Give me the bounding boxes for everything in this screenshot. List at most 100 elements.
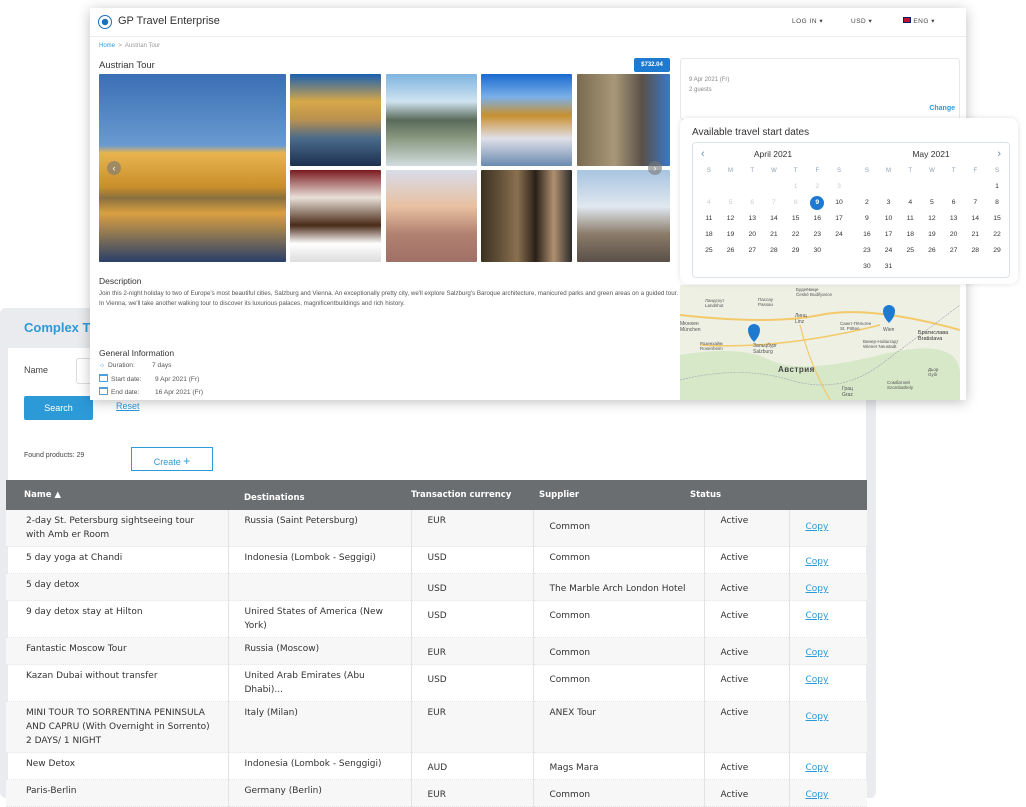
create-button[interactable]: Create + [131,447,213,471]
gallery-thumb[interactable] [290,74,381,166]
cell-currency: USD [411,546,534,574]
reset-link[interactable]: Reset [116,401,140,411]
sort-up-icon: ▲ [54,490,61,500]
calendar-day[interactable]: 30 [806,243,828,259]
calendar-day[interactable]: 19 [720,227,742,243]
column-destinations[interactable]: Destinations [228,480,411,510]
calendar-day[interactable]: 25 [899,243,921,259]
calendar-day[interactable]: 3 [878,195,900,211]
calendar-day[interactable]: 12 [720,211,742,227]
calendar-day[interactable]: 16 [856,227,878,243]
copy-link[interactable]: Copy [806,557,829,567]
calendar-day[interactable]: 4 [899,195,921,211]
calendar-day[interactable]: 29 [986,243,1008,259]
calendar-day[interactable]: 6 [943,195,965,211]
calendar-day[interactable]: 13 [741,211,763,227]
gallery-next-arrow[interactable]: › [648,161,662,175]
column-supplier[interactable]: Supplier [533,480,704,510]
breadcrumb-home[interactable]: Home [99,43,115,49]
calendar-day[interactable]: 9 [856,211,878,227]
calendar-day: 3 [828,179,850,195]
day-number: 13 [748,215,756,222]
copy-cell: Copy [789,779,867,807]
calendar-day[interactable]: 18 [698,227,720,243]
calendar-day[interactable]: 24 [878,243,900,259]
copy-link[interactable]: Copy [806,522,829,532]
gallery-thumb[interactable] [577,74,670,166]
column-status[interactable]: Status [690,480,789,510]
calendar-day[interactable]: 19 [921,227,943,243]
calendar-day[interactable]: 8 [986,195,1008,211]
cell-supplier: Mags Mara [533,752,705,780]
column-currency[interactable]: Transaction currency [411,480,533,510]
map-label-graz: Грац Graz [842,386,853,398]
copy-cell: Copy [789,752,867,780]
gallery-thumb[interactable] [290,170,381,262]
calendar-day[interactable]: 1 [986,179,1008,195]
end-date-row: End date: 16 Apr 2021 (Fr) [99,387,203,396]
calendar-day[interactable]: 2 [856,195,878,211]
calendar-day[interactable]: 14 [964,211,986,227]
calendar-day[interactable]: 29 [785,243,807,259]
calendar-day[interactable]: 28 [964,243,986,259]
calendar-day[interactable]: 27 [943,243,965,259]
calendar-day[interactable]: 21 [964,227,986,243]
gallery-main-image[interactable] [99,74,286,262]
calendar-day[interactable]: 11 [899,211,921,227]
products-table: Name ▲ Destinations Transaction currency… [6,480,867,807]
calendar-day[interactable]: 17 [828,211,850,227]
calendar-day[interactable]: 15 [785,211,807,227]
calendar-day[interactable]: 20 [741,227,763,243]
copy-link[interactable]: Copy [806,763,829,773]
calendar-day[interactable]: 30 [856,259,878,275]
calendar-day[interactable]: 16 [806,211,828,227]
copy-link[interactable]: Copy [806,712,829,722]
weekday-label: M [886,168,892,174]
search-button[interactable]: Search [24,396,93,420]
copy-link[interactable]: Copy [806,611,829,621]
gallery-thumb[interactable] [386,74,477,166]
calendar-day[interactable]: 18 [899,227,921,243]
calendar-day[interactable]: 25 [698,243,720,259]
calendar-day[interactable]: 24 [828,227,850,243]
copy-link[interactable]: Copy [806,648,829,658]
calendar-day[interactable]: 13 [943,211,965,227]
gallery-prev-arrow[interactable]: ‹ [107,161,121,175]
selected-day[interactable]: 9 [806,195,828,211]
empty-day [943,259,965,275]
calendar-day[interactable]: 15 [986,211,1008,227]
calendar-day[interactable]: 20 [943,227,965,243]
gallery-thumb[interactable] [481,74,572,166]
login-menu[interactable]: LOG IN ▾ [792,17,823,25]
calendar-day[interactable]: 10 [828,195,850,211]
calendar-day[interactable]: 14 [763,211,785,227]
gallery-thumb[interactable] [386,170,477,262]
calendar-day[interactable]: 23 [806,227,828,243]
language-menu[interactable]: ENG ▾ [903,17,935,25]
currency-menu[interactable]: USD ▾ [851,17,872,25]
gallery-thumb[interactable] [577,170,670,262]
gallery-thumb[interactable] [481,170,572,262]
cell-status: Active [704,701,790,753]
calendar-day[interactable]: 5 [921,195,943,211]
calendar-day[interactable]: 22 [785,227,807,243]
column-name[interactable]: Name ▲ [6,480,228,510]
map[interactable]: Австрия Зальцбург Salzburg Wien Братисла… [680,285,960,400]
copy-link[interactable]: Copy [806,584,829,594]
calendar-day[interactable]: 26 [720,243,742,259]
calendar-day[interactable]: 10 [878,211,900,227]
calendar-day[interactable]: 11 [698,211,720,227]
calendar-day[interactable]: 26 [921,243,943,259]
calendar-day[interactable]: 22 [986,227,1008,243]
day-number: 7 [772,199,776,206]
copy-link[interactable]: Copy [806,675,829,685]
calendar-day[interactable]: 12 [921,211,943,227]
calendar-day[interactable]: 17 [878,227,900,243]
change-link[interactable]: Change [929,105,955,112]
calendar-day[interactable]: 28 [763,243,785,259]
calendar-day[interactable]: 7 [964,195,986,211]
calendar-day[interactable]: 31 [878,259,900,275]
calendar-day[interactable]: 23 [856,243,878,259]
calendar-day[interactable]: 21 [763,227,785,243]
calendar-day[interactable]: 27 [741,243,763,259]
